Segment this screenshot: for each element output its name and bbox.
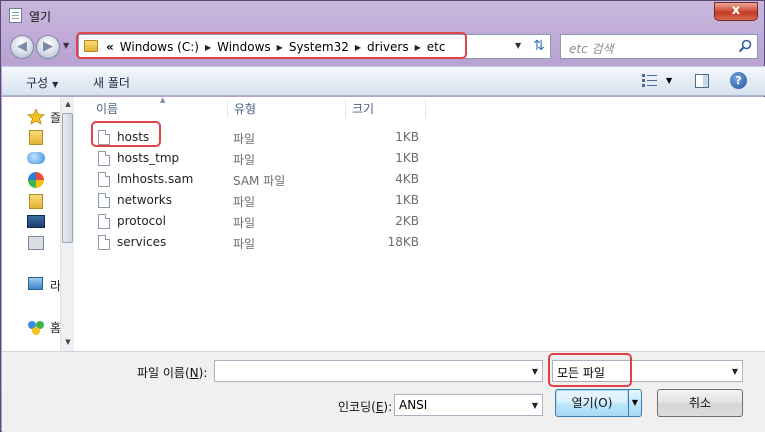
help-icon[interactable]: ? — [730, 72, 747, 89]
file-type: 파일 — [233, 237, 256, 251]
cloud-icon[interactable] — [27, 152, 45, 164]
chevron-down-icon[interactable]: ▼ — [732, 367, 738, 376]
navigation-pane: 즐 라 홈 ▲ ▼ — [2, 97, 74, 351]
preview-pane-icon[interactable] — [695, 74, 709, 88]
scroll-down-icon[interactable]: ▼ — [61, 335, 75, 349]
title-bar: 열기 x — [1, 1, 764, 31]
file-name: networks — [117, 193, 172, 207]
encoding-select[interactable]: ANSI ▼ — [394, 394, 543, 416]
file-name: hosts_tmp — [117, 151, 180, 165]
file-type: 파일 — [233, 153, 256, 167]
encoding-label-text: 인코딩( — [338, 400, 376, 414]
command-bar: 구성 ▼ 새 폴더 ▼ ? — [2, 66, 765, 96]
computer-icon[interactable] — [28, 236, 44, 250]
nav-scrollbar[interactable]: ▲ ▼ — [60, 97, 74, 351]
file-name: services — [117, 235, 167, 249]
chevron-down-icon: ▼ — [52, 80, 59, 89]
file-name: lmhosts.sam — [117, 172, 194, 186]
folder-icon[interactable] — [29, 194, 43, 209]
filter-highlight-box — [548, 353, 632, 387]
homegroup-icon[interactable] — [26, 319, 46, 335]
forward-button[interactable]: ▶ — [36, 35, 60, 59]
file-icon — [98, 235, 110, 250]
organize-button[interactable]: 구성 ▼ — [26, 74, 58, 91]
column-header-type[interactable]: 유형 — [228, 100, 346, 118]
address-dropdown-icon[interactable]: ▼ — [515, 41, 521, 50]
address-highlight-box — [76, 32, 467, 59]
file-size: 1KB — [395, 130, 419, 144]
favorites-star-icon[interactable] — [26, 109, 46, 125]
file-size: 1KB — [395, 193, 419, 207]
filename-label: 파일 이름(N): — [137, 364, 207, 381]
scroll-up-icon[interactable]: ▲ — [61, 97, 75, 111]
encoding-label-suffix: ): — [383, 400, 393, 414]
file-row[interactable]: hosts_tmp 파일 1KB — [92, 148, 422, 169]
file-size: 1KB — [395, 151, 419, 165]
search-icon[interactable] — [738, 39, 752, 53]
file-size: 18KB — [387, 235, 419, 249]
recent-pages-dropdown[interactable]: ▼ — [63, 41, 71, 51]
open-options-dropdown-icon[interactable]: ▼ — [628, 389, 642, 417]
open-button[interactable]: 열기(O) — [555, 389, 629, 417]
file-row[interactable]: services 파일 18KB — [92, 232, 422, 253]
notepad-icon — [9, 8, 22, 23]
encoding-value: ANSI — [399, 398, 428, 412]
desktop-icon[interactable] — [27, 215, 45, 228]
column-header-name[interactable]: 이름 ▲ — [90, 96, 228, 118]
hosts-highlight-box — [91, 121, 161, 147]
file-icon — [98, 172, 110, 187]
file-name: protocol — [117, 214, 166, 228]
search-placeholder: etc 검색 — [569, 42, 614, 56]
file-list: 이름 ▲ 유형 크기 hosts 파일 1KB hosts_tmp 파일 1KB… — [84, 96, 765, 351]
column-name-label: 이름 — [96, 102, 119, 116]
chevron-down-icon[interactable]: ▼ — [532, 367, 538, 376]
file-type: SAM 파일 — [233, 174, 286, 188]
refresh-button[interactable]: ⇅ — [527, 34, 551, 59]
file-row[interactable]: lmhosts.sam SAM 파일 4KB — [92, 169, 422, 190]
new-folder-button[interactable]: 새 폴더 — [93, 74, 130, 91]
file-row[interactable]: networks 파일 1KB — [92, 190, 422, 211]
close-button[interactable]: x — [714, 2, 758, 21]
cancel-button[interactable]: 취소 — [657, 389, 743, 417]
file-icon — [98, 193, 110, 208]
file-size: 2KB — [395, 214, 419, 228]
view-dropdown-icon[interactable]: ▼ — [666, 76, 672, 85]
open-file-dialog: 열기 x ◀ ▶ ▼ « Windows (C:) ▶ Windows ▶ Sy… — [0, 0, 765, 432]
encoding-label: 인코딩(E): — [338, 398, 392, 415]
file-type: 파일 — [233, 216, 256, 230]
column-header-size[interactable]: 크기 — [346, 100, 426, 118]
sort-ascending-icon: ▲ — [160, 96, 166, 104]
file-icon — [98, 151, 110, 166]
filename-label-text: 파일 이름( — [137, 366, 190, 380]
libraries-icon[interactable] — [28, 277, 43, 290]
file-size: 4KB — [395, 172, 419, 186]
chevron-down-icon[interactable]: ▼ — [532, 401, 538, 410]
file-type: 파일 — [233, 132, 256, 146]
filename-input[interactable]: ▼ — [214, 360, 543, 382]
file-type: 파일 — [233, 195, 256, 209]
search-input[interactable]: etc 검색 — [560, 34, 758, 59]
photos-app-icon[interactable] — [28, 172, 44, 188]
file-icon — [98, 214, 110, 229]
organize-label: 구성 — [26, 76, 49, 90]
window-title: 열기 — [29, 10, 52, 24]
scroll-thumb[interactable] — [62, 113, 73, 243]
filename-label-suffix: ): — [198, 366, 208, 380]
filename-label-accesskey: N — [189, 366, 199, 380]
view-options-icon[interactable] — [642, 74, 657, 87]
file-row[interactable]: protocol 파일 2KB — [92, 211, 422, 232]
downloads-folder-icon[interactable] — [29, 130, 43, 145]
back-button[interactable]: ◀ — [10, 35, 34, 59]
